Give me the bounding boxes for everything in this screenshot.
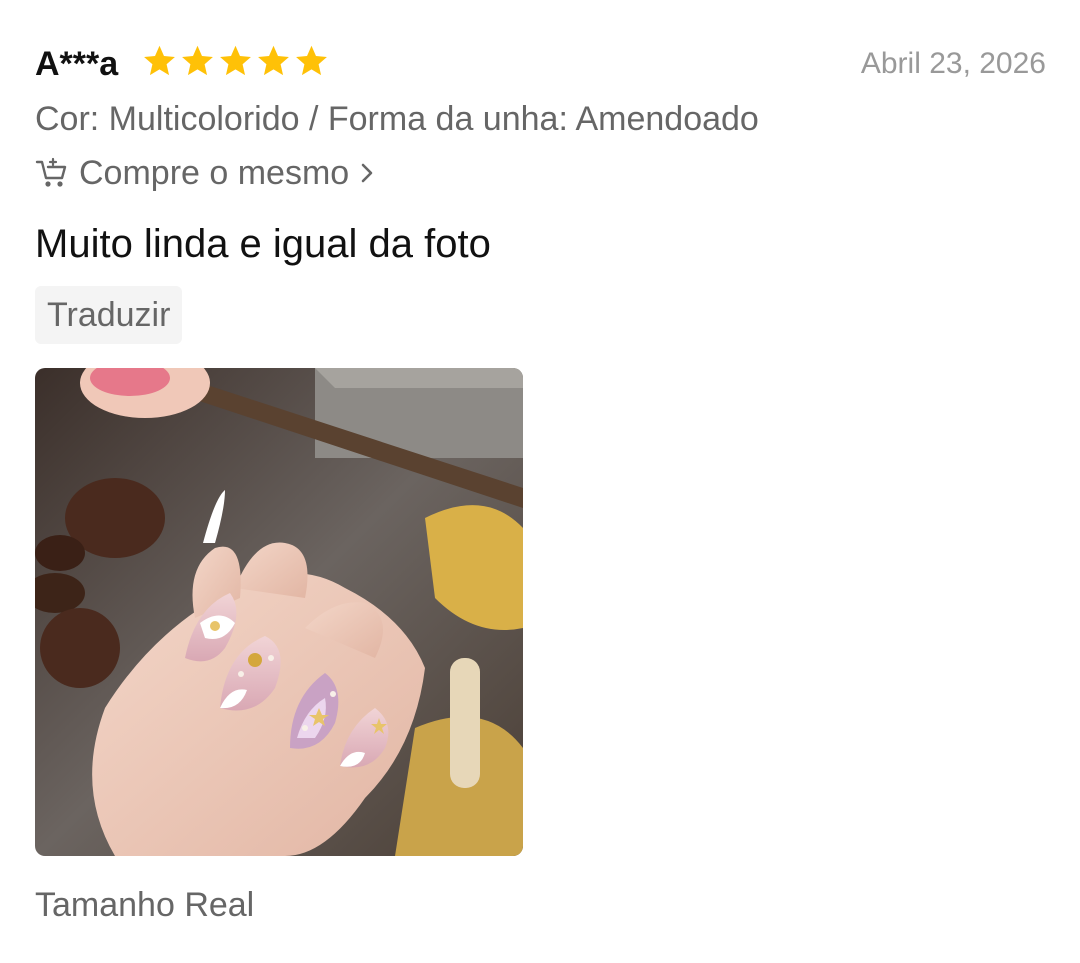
star-icon bbox=[144, 45, 175, 76]
chevron-right-icon bbox=[361, 163, 373, 183]
size-label: Tamanho Real bbox=[35, 886, 255, 924]
nails-photo-image bbox=[35, 368, 523, 856]
reviewer-name: A***a bbox=[35, 45, 119, 83]
review-header: A***a Abril 23, 2026 bbox=[35, 40, 1046, 86]
translate-button[interactable]: Traduzir bbox=[35, 286, 183, 344]
review-photo[interactable] bbox=[35, 368, 523, 856]
star-icon bbox=[182, 45, 213, 76]
buy-same-link[interactable]: Compre o mesmo bbox=[35, 150, 379, 196]
star-icon bbox=[220, 45, 251, 76]
buy-same-label: Compre o mesmo bbox=[79, 154, 350, 192]
cart-icon bbox=[35, 157, 67, 187]
review-date: Abril 23, 2026 bbox=[860, 47, 1046, 80]
review-text: Muito linda e igual da foto bbox=[35, 222, 491, 266]
review-card: A***a Abril 23, 2026 Cor: Multicolorido … bbox=[35, 0, 1046, 963]
variant-info: Cor: Multicolorido / Forma da unha: Amen… bbox=[35, 100, 759, 138]
star-rating bbox=[141, 43, 330, 83]
star-icon bbox=[296, 45, 327, 76]
star-icon bbox=[258, 45, 289, 76]
